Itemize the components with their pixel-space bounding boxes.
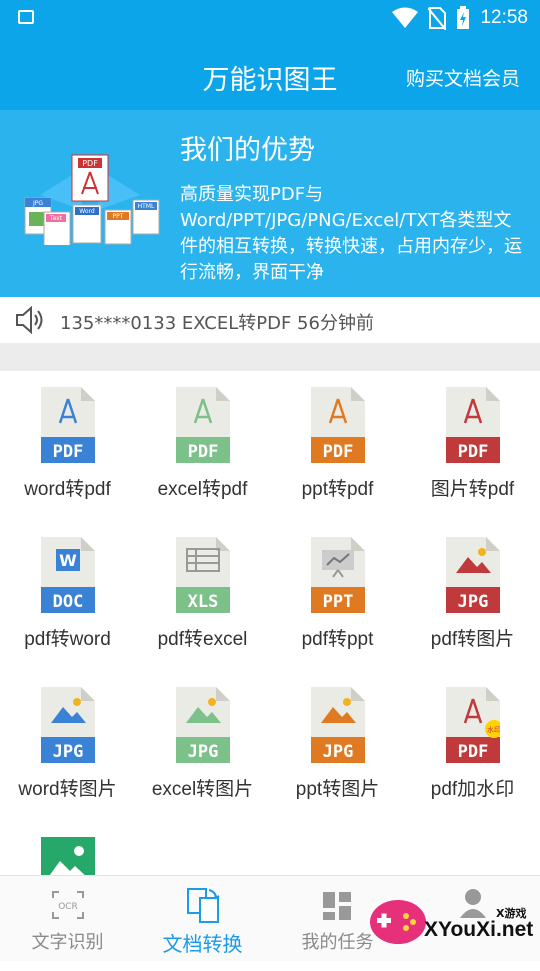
file-badge: DOC [53,592,84,612]
tasks-icon [323,892,351,920]
jpg-tag: JPG [32,200,43,207]
jpg-file-icon: JPG [311,687,365,763]
file-badge: PDF [53,442,84,462]
file-badge: PDF [458,442,489,462]
status-bar: 12:58 [0,0,540,38]
xls-file-icon: XLS [176,537,230,613]
file-badge: PDF [458,742,489,762]
svg-text:W: W [59,551,77,570]
jpg-file-icon: JPG [446,537,500,613]
tool-pdf加水印[interactable]: PDF 水印 pdf加水印 [405,671,540,821]
speaker-icon [16,305,43,335]
tool-word转pdf[interactable]: PDF word转pdf [0,371,135,521]
tool-label: word转图片 [18,779,117,800]
tool-label: 图片转pdf [430,479,515,500]
word-tag: Word [79,208,95,215]
convert-icon [187,888,220,923]
tab-ocr[interactable]: OCR 文字识别 [0,876,135,961]
file-badge: JPG [323,742,354,762]
file-badge: JPG [53,742,84,762]
pdf-file-icon: PDF [311,387,365,463]
site-watermark: X游戏 XYouXi.net [368,880,540,960]
banner-title: 我们的优势 [180,135,315,166]
tab-convert[interactable]: 文档转换 [135,876,270,961]
tool-label: ppt转pdf [301,479,374,500]
pdf-file-icon: PDF [41,387,95,463]
html-tag: HTML [138,203,155,210]
notice-text: 135****0133 EXCEL转PDF 56分钟前 [60,313,374,334]
clock: 12:58 [480,7,528,28]
conversion-notice: 135****0133 EXCEL转PDF 56分钟前 [0,297,540,343]
tool-label: pdf转ppt [301,629,374,650]
tool-label: excel转图片 [151,779,254,800]
ppt-file-icon: PPT [311,537,365,613]
doc-file-icon: W DOC [41,537,95,613]
watermark-site-text: XYouXi.net [424,918,534,941]
svg-text:OCR: OCR [58,902,78,912]
section-divider [0,343,540,371]
tab-convert-label: 文档转换 [162,932,243,956]
jpg-file-icon: JPG [41,687,95,763]
tool-label: word转pdf [24,479,111,500]
tool-excel转图片[interactable]: JPG excel转图片 [135,671,270,821]
ocr-icon: OCR [52,891,84,919]
battery-charging-icon [457,6,470,29]
app-bar: 万能识图王 购买文档会员 [0,38,540,110]
buy-membership-link[interactable]: 购买文档会员 [406,64,520,91]
file-badge: PDF [323,442,354,462]
watermark-stamp: 水印 [487,725,500,734]
pdf-file-icon: PDF [446,387,500,463]
tool-label: ppt转图片 [295,779,380,800]
banner-description: 高质量实现PDF与Word/PPT/JPG/PNG/Excel/TXT各类型文件… [180,184,522,283]
file-badge: XLS [188,592,219,612]
no-sim-icon [428,7,447,30]
tool-excel转pdf[interactable]: PDF excel转pdf [135,371,270,521]
tool-ppt转图片[interactable]: JPG ppt转图片 [270,671,405,821]
tool-图片转pdf[interactable]: PDF 图片转pdf [405,371,540,521]
tab-ocr-label: 文字识别 [31,932,104,953]
tool-label: pdf转excel [157,629,248,650]
tool-pdf转word[interactable]: W DOC pdf转word [0,521,135,671]
wifi-icon [392,7,419,28]
tool-label: excel转pdf [157,479,248,500]
text-tag: Text [49,215,63,222]
tool-word转图片[interactable]: JPG word转图片 [0,671,135,821]
file-badge: JPG [458,592,489,612]
file-types-illustration: PDF JPG Text Word PPT HTML [24,154,160,245]
tool-label: pdf转word [24,629,111,650]
tool-pdf转ppt[interactable]: PPT pdf转ppt [270,521,405,671]
jpg-file-icon: JPG [176,687,230,763]
pdf-tag: PDF [82,159,98,168]
file-badge: PDF [188,442,219,462]
gamepad-logo [370,900,426,944]
tool-label: pdf转图片 [430,629,515,650]
advantage-banner[interactable]: PDF JPG Text Word PPT HTML 我们的优势 高质量实现PD… [0,110,540,297]
tool-pdf转excel[interactable]: XLS pdf转excel [135,521,270,671]
file-badge: JPG [188,742,219,762]
pdf-file-icon: PDF [176,387,230,463]
ppt-tag: PPT [113,213,124,220]
tool-ppt转pdf[interactable]: PDF ppt转pdf [270,371,405,521]
tool-label: pdf加水印 [430,779,515,800]
file-badge: PPT [323,592,354,612]
gallery-notification-icon [18,10,34,24]
pdf-file-icon: PDF 水印 [446,687,500,763]
tool-pdf转图片[interactable]: JPG pdf转图片 [405,521,540,671]
